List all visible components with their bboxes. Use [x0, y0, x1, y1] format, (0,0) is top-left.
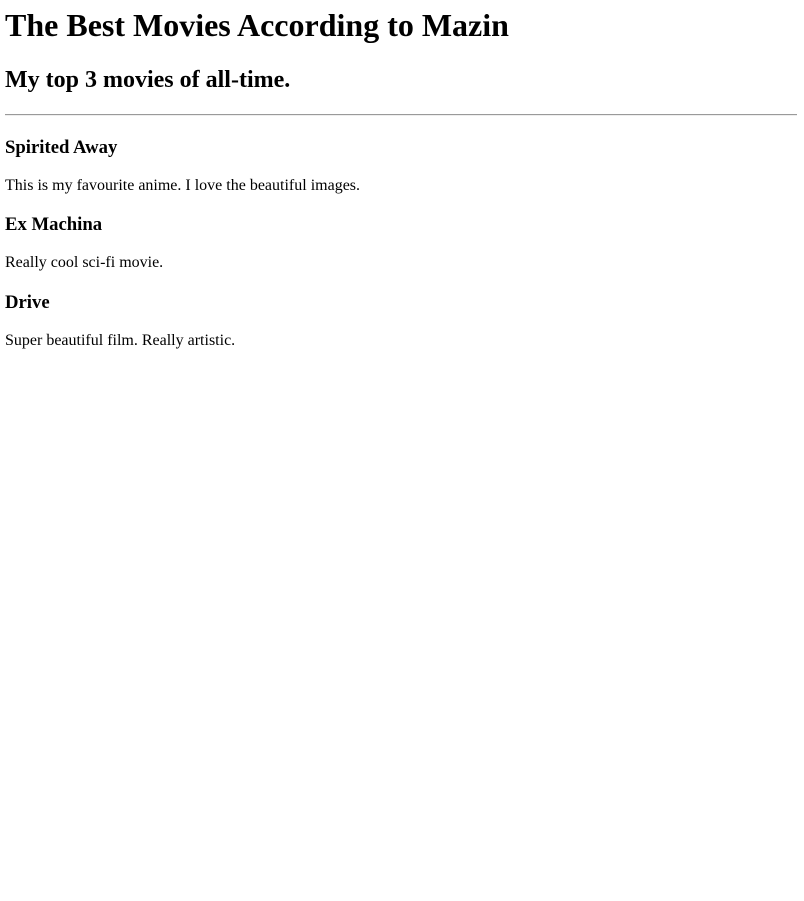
- movie-title: Spirited Away: [5, 137, 118, 158]
- movie-entry: Ex Machina Really cool sci-fi movie.: [5, 214, 797, 272]
- movie-entry: Drive Super beautiful film. Really artis…: [5, 292, 797, 350]
- movie-entry: Spirited Away This is my favourite anime…: [5, 137, 797, 195]
- page-title: The Best Movies According to Mazin: [5, 7, 509, 43]
- page-content: The Best Movies According to Mazin My to…: [0, 0, 804, 350]
- movie-description: Super beautiful film. Really artistic.: [5, 332, 236, 349]
- movie-description: This is my favourite anime. I love the b…: [5, 177, 361, 194]
- movie-title: Drive: [5, 292, 50, 313]
- page-subtitle: My top 3 movies of all-time.: [5, 67, 291, 93]
- divider: [5, 114, 797, 116]
- movie-description: Really cool sci-fi movie.: [5, 254, 164, 271]
- movie-title: Ex Machina: [5, 214, 103, 235]
